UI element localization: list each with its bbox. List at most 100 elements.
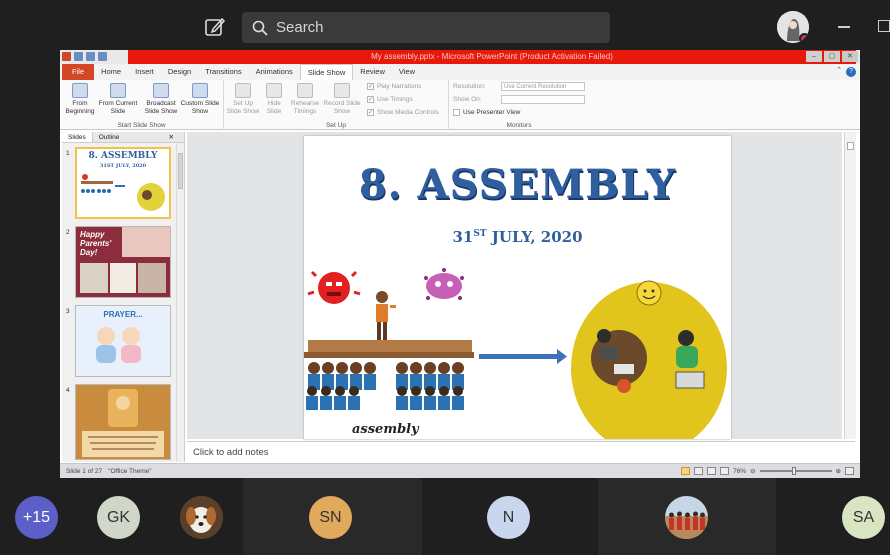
compose-icon[interactable]: [204, 16, 226, 38]
thumb-1-title: 8. ASSEMBLY: [88, 151, 158, 161]
quick-access-toolbar[interactable]: [62, 52, 122, 62]
participant-avatar-sa[interactable]: SA: [842, 496, 885, 539]
thumb-1-subtitle: 31ST JULY, 2020: [99, 163, 147, 169]
group-monitors: Resolution: Use Current Resolution Show …: [449, 80, 589, 130]
normal-view-icon[interactable]: [681, 467, 691, 475]
zoom-level: 76%: [733, 467, 747, 475]
play-narrations-checkbox[interactable]: ✓ Play Narrations: [367, 83, 421, 90]
slide-thumbnail-3[interactable]: PRAYER...: [75, 305, 171, 377]
participants-strip: +15 GK SN N SA: [0, 478, 890, 555]
more-participants-badge[interactable]: +15: [15, 496, 58, 539]
help-icon[interactable]: ?: [846, 67, 856, 77]
slide-caption: assembly: [352, 422, 419, 437]
search-placeholder: Search: [276, 19, 324, 36]
group-set-up: Set Up Slide Show Hide Slide Rehearse Ti…: [224, 80, 449, 130]
slides-pane-scrollbar[interactable]: [176, 143, 184, 462]
audience-group: [306, 362, 464, 410]
thumb-number: 2: [66, 229, 70, 236]
ribbon-collapse-icon[interactable]: ⌃: [836, 66, 842, 74]
slide-editor: 8. ASSEMBLY 31ST JULY, 2020 assembly: [187, 132, 842, 439]
participant-avatar-n[interactable]: N: [487, 496, 530, 539]
show-on-select[interactable]: [501, 95, 585, 104]
slide-scrollbar[interactable]: [844, 132, 856, 439]
thumb-2-title: Happy Parents' Day!: [80, 230, 112, 257]
slideshow-view-icon[interactable]: [720, 467, 730, 475]
tab-slide-show[interactable]: Slide Show: [299, 64, 354, 80]
tab-insert[interactable]: Insert: [128, 64, 161, 80]
arrow-right-icon: [479, 349, 567, 364]
theme-name: "Office Theme": [108, 467, 152, 475]
search-box[interactable]: Search: [242, 12, 610, 43]
tab-design[interactable]: Design: [161, 64, 198, 80]
slide-title: 8. ASSEMBLY: [358, 161, 677, 208]
shared-screen: My assembly.pptx - Microsoft PowerPoint …: [60, 50, 860, 478]
show-on-label: Show On:: [453, 96, 482, 103]
minimize-icon[interactable]: [838, 26, 850, 28]
user-avatar[interactable]: [777, 11, 809, 43]
hide-slide-button[interactable]: Hide Slide: [262, 83, 286, 115]
custom-show-button[interactable]: Custom Slide Show: [180, 83, 220, 115]
ribbon: From Beginning From Current Slide Broadc…: [60, 80, 860, 130]
tab-animations[interactable]: Animations: [249, 64, 300, 80]
ribbon-tabs: File Home Insert Design Transitions Anim…: [60, 64, 860, 80]
group-avatar-image: [665, 496, 708, 539]
dog-avatar-image: [180, 496, 223, 539]
rehearse-button[interactable]: Rehearse Timings: [290, 83, 320, 115]
thumb-number: 1: [66, 150, 70, 157]
slide-sorter-icon[interactable]: [694, 467, 704, 475]
thumb-number: 4: [66, 387, 70, 394]
notes-pane[interactable]: Click to add notes: [187, 441, 855, 463]
group-label-monitors: Monitors: [506, 122, 532, 129]
ppt-window-controls[interactable]: – ▢ ✕: [806, 51, 858, 62]
close-pane-icon[interactable]: ✕: [163, 132, 180, 143]
online-class-illustration: [570, 272, 731, 439]
ppt-title-bar: My assembly.pptx - Microsoft PowerPoint …: [60, 50, 860, 64]
tab-slides[interactable]: Slides: [62, 132, 93, 142]
group-start-slide-show: From Beginning From Current Slide Broadc…: [60, 80, 224, 130]
tab-transitions[interactable]: Transitions: [198, 64, 248, 80]
presenter-view-checkbox[interactable]: Use Presenter View: [453, 109, 520, 116]
slide-thumbnail-4[interactable]: [75, 384, 171, 460]
participant-avatar-gk[interactable]: GK: [97, 496, 140, 539]
thumb-3-title: PRAYER...: [103, 310, 143, 319]
thumb-number: 3: [66, 308, 70, 315]
resolution-label: Resolution:: [453, 83, 486, 90]
zoom-out-icon[interactable]: ⊖: [750, 467, 755, 475]
presence-dot: [799, 33, 809, 43]
maximize-icon[interactable]: [878, 20, 890, 32]
view-zoom-controls: 76% ⊖ ⊕: [681, 467, 860, 475]
from-current-button[interactable]: From Current Slide: [98, 83, 138, 115]
reading-view-icon[interactable]: [707, 467, 717, 475]
slide-date: 31ST JULY, 2020: [452, 228, 583, 246]
slide-counter: Slide 1 of 27: [66, 467, 103, 475]
use-timings-checkbox[interactable]: ✓ Use Timings: [367, 96, 413, 103]
zoom-in-icon[interactable]: ⊕: [836, 467, 841, 475]
window-title: My assembly.pptx - Microsoft PowerPoint …: [128, 50, 856, 64]
pane-tabs: Slides Outline ✕: [62, 132, 184, 143]
slides-pane: Slides Outline ✕ 1 8. ASSEMBLY 31ST JULY…: [62, 132, 185, 462]
tab-outline[interactable]: Outline: [93, 132, 126, 142]
tab-file[interactable]: File: [62, 64, 95, 80]
tab-review[interactable]: Review: [353, 64, 392, 80]
tab-view[interactable]: View: [392, 64, 422, 80]
tab-home[interactable]: Home: [94, 64, 128, 80]
record-button[interactable]: Record Slide Show: [322, 83, 362, 115]
status-bar: Slide 1 of 27 "Office Theme" 76% ⊖ ⊕: [60, 463, 860, 478]
resolution-select[interactable]: Use Current Resolution: [501, 82, 585, 91]
notes-placeholder: Click to add notes: [193, 447, 269, 458]
zoom-slider[interactable]: [759, 467, 832, 475]
slide-thumbnail-2[interactable]: Happy Parents' Day!: [75, 226, 171, 298]
assembly-illustration: [304, 268, 731, 439]
purple-virus-icon: [424, 268, 464, 300]
participant-photo-group[interactable]: [665, 496, 708, 539]
from-beginning-button[interactable]: From Beginning: [62, 83, 98, 115]
show-media-checkbox[interactable]: ✓ Show Media Controls: [367, 109, 439, 116]
broadcast-button[interactable]: Broadcast Slide Show: [142, 83, 180, 115]
slide-thumbnail-1[interactable]: 8. ASSEMBLY 31ST JULY, 2020: [75, 147, 171, 219]
setup-show-button[interactable]: Set Up Slide Show: [226, 83, 260, 115]
participant-avatar-sn[interactable]: SN: [309, 496, 352, 539]
fit-to-window-icon[interactable]: [845, 467, 854, 475]
current-slide[interactable]: 8. ASSEMBLY 31ST JULY, 2020 assembly: [304, 136, 731, 439]
thumb-4-art: [76, 385, 170, 459]
participant-photo-dog[interactable]: [180, 496, 223, 539]
